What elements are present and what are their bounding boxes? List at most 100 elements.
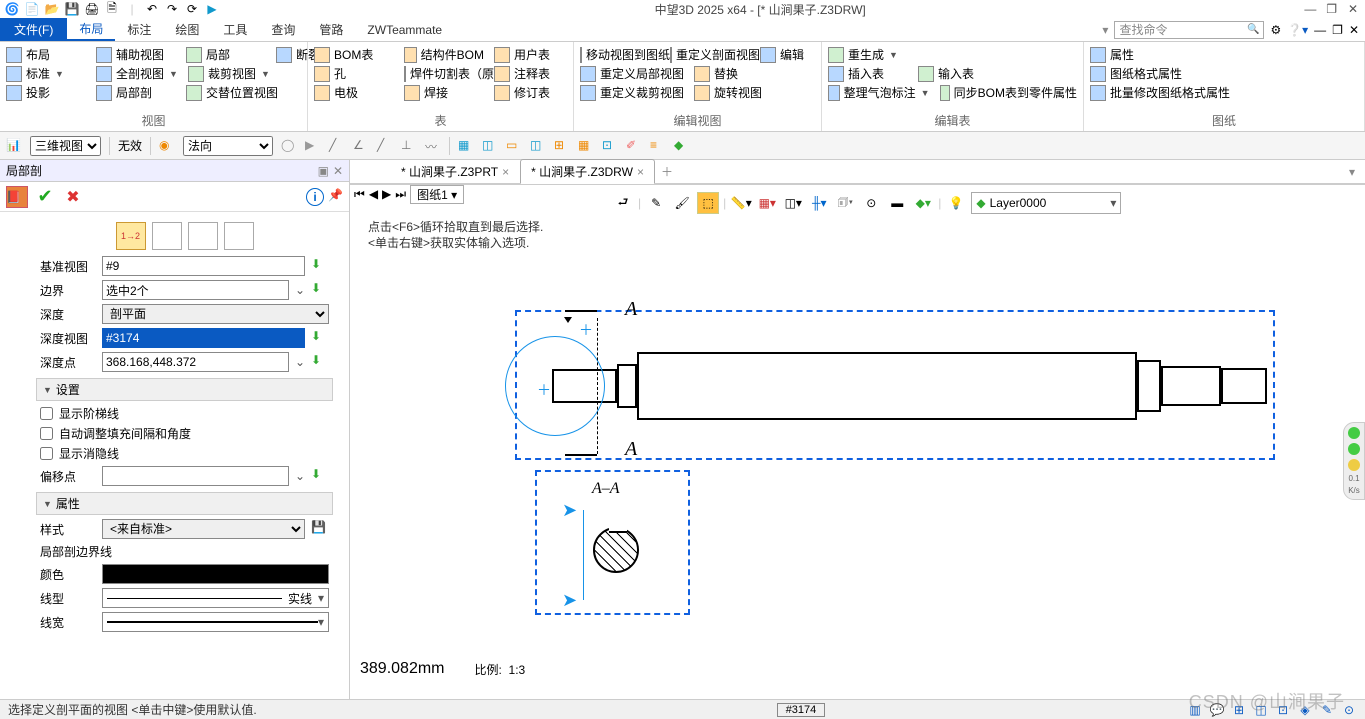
tb-grid-icon[interactable]: ▦: [458, 138, 474, 154]
boundary-pick-icon[interactable]: ⬇: [311, 281, 329, 299]
qat-print-icon[interactable]: 🖨: [84, 1, 100, 17]
cmd-redefcrop[interactable]: 重定义裁剪视图: [580, 84, 684, 101]
linetype-select[interactable]: 实线▾: [102, 588, 329, 608]
cmd-redefsection[interactable]: 重定义剖面视图: [670, 46, 750, 63]
attrs-header[interactable]: 属性: [36, 492, 333, 515]
tb-snap4-icon[interactable]: ⊞: [554, 138, 570, 154]
offset-dd-icon[interactable]: ⌄: [295, 469, 305, 483]
vt-measure-icon[interactable]: 📏▾: [730, 192, 752, 214]
tab-drw[interactable]: * 山涧果子.Z3DRW×: [520, 159, 655, 184]
cmd-electrode[interactable]: 电极: [314, 84, 394, 101]
tb-perp-icon[interactable]: ⊥: [401, 138, 417, 154]
style-save-icon[interactable]: 💾: [311, 520, 329, 538]
cmd-balloon[interactable]: 整理气泡标注▼: [828, 84, 930, 101]
cmd-fullsection[interactable]: 全剖视图▼: [96, 65, 178, 82]
offset-pick-icon[interactable]: ⬇: [311, 467, 329, 485]
tb-layers-icon[interactable]: ◆: [674, 138, 690, 154]
cmd-moveview[interactable]: 移动视图到图纸: [580, 46, 660, 63]
vt-axis-icon[interactable]: ╫▾: [808, 192, 830, 214]
tabs-dropdown-icon[interactable]: ▾: [1349, 165, 1365, 179]
vt-return-icon[interactable]: ⮐: [612, 192, 634, 214]
pin-icon[interactable]: 📌: [328, 188, 343, 206]
color-swatch[interactable]: [102, 564, 329, 584]
sheet-prev-icon[interactable]: ◀: [369, 187, 378, 202]
menu-layout[interactable]: 布局: [67, 18, 115, 41]
menu-zwteammate[interactable]: ZWTeammate: [355, 18, 454, 41]
vt-render-icon[interactable]: ◆▾: [912, 192, 934, 214]
offset-input[interactable]: [102, 466, 289, 486]
tb-eraser-icon[interactable]: ✐: [626, 138, 642, 154]
lineweight-select[interactable]: ▾: [102, 612, 329, 632]
qat-refresh-icon[interactable]: ⟳: [184, 1, 200, 17]
cmd-rotateview[interactable]: 旋转视图: [694, 84, 774, 101]
option-mode-2[interactable]: [152, 222, 182, 250]
settings-header[interactable]: 设置: [36, 378, 333, 401]
panel-close-icon[interactable]: ✕: [333, 164, 343, 178]
vt-bulb-icon[interactable]: 💡: [945, 192, 967, 214]
sb-icon-5[interactable]: ⊡: [1275, 702, 1291, 718]
qat-preview-icon[interactable]: 🗎: [104, 1, 120, 17]
cmd-standard[interactable]: 标准▼: [6, 65, 86, 82]
collapse-ribbon-icon[interactable]: ▾: [1102, 23, 1108, 37]
chk-hidden[interactable]: [40, 447, 53, 460]
cmd-batchsheet[interactable]: 批量修改图纸格式属性: [1090, 84, 1230, 101]
cmd-localsection[interactable]: 局部剖: [96, 84, 176, 101]
sb-icon-3[interactable]: ⊞: [1231, 702, 1247, 718]
depth-point-pick-icon[interactable]: ⬇: [311, 353, 329, 371]
restore-icon[interactable]: ❐: [1324, 2, 1340, 16]
view-mode-icon[interactable]: 📊: [6, 138, 22, 154]
qat-open-icon[interactable]: 📂: [44, 1, 60, 17]
view-select[interactable]: 三维视图: [30, 136, 101, 156]
tb-play-icon[interactable]: ▶: [305, 138, 321, 154]
tab-drw-close-icon[interactable]: ×: [637, 165, 644, 179]
tb-snap6-icon[interactable]: ⊡: [602, 138, 618, 154]
menu-query[interactable]: 查询: [259, 18, 307, 41]
menu-pipe[interactable]: 管路: [307, 18, 355, 41]
style-select[interactable]: <来自标准>: [102, 519, 305, 539]
tab-add-icon[interactable]: ＋: [661, 163, 673, 180]
base-view-pick-icon[interactable]: ⬇: [311, 257, 329, 275]
vt-snap-icon[interactable]: ◫▾: [782, 192, 804, 214]
ok-button[interactable]: ✔: [34, 186, 56, 208]
strip-book-icon[interactable]: 📕: [6, 190, 28, 212]
vt-solid-icon[interactable]: ▬: [886, 192, 908, 214]
menu-annotate[interactable]: 标注: [115, 18, 163, 41]
sb-chat-icon[interactable]: 💬: [1209, 702, 1225, 718]
cmd-replace[interactable]: 替换: [694, 65, 774, 82]
cmd-weldcut[interactable]: 焊件切割表（原）: [404, 65, 484, 82]
depth-view-pick-icon[interactable]: ⬇: [311, 329, 329, 347]
boundary-input[interactable]: [102, 280, 289, 300]
tb-line-icon[interactable]: ╱: [329, 138, 345, 154]
cmd-props[interactable]: 属性: [1090, 46, 1170, 63]
vt-shade-icon[interactable]: 🗊▾: [834, 192, 856, 214]
sb-icon-8[interactable]: ⊙: [1341, 702, 1357, 718]
cmd-importtable[interactable]: 输入表: [918, 65, 998, 82]
vt-pencil-icon[interactable]: ✎: [645, 192, 667, 214]
menu-tools[interactable]: 工具: [211, 18, 259, 41]
cmd-inserttable[interactable]: 插入表: [828, 65, 908, 82]
direction-select[interactable]: 法向: [183, 136, 273, 156]
cmd-auxview[interactable]: 辅助视图: [96, 46, 176, 63]
cmd-bom[interactable]: BOM表: [314, 46, 394, 63]
cmd-structbom[interactable]: 结构件BOM: [404, 46, 484, 63]
qat-undo-icon[interactable]: ↶: [144, 1, 160, 17]
direction-icon[interactable]: ◉: [159, 138, 175, 154]
tb-angle-icon[interactable]: ∠: [353, 138, 369, 154]
depth-view-input[interactable]: [102, 328, 305, 348]
chk-stair[interactable]: [40, 407, 53, 420]
cmd-regen[interactable]: 重生成▼: [828, 46, 908, 63]
sb-grid-icon[interactable]: ◫: [1253, 702, 1269, 718]
cmd-redeflocal[interactable]: 重定义局部视图: [580, 65, 684, 82]
depth-point-input[interactable]: [102, 352, 289, 372]
menu-draw[interactable]: 绘图: [163, 18, 211, 41]
cmd-sheetformat[interactable]: 图纸格式属性: [1090, 65, 1182, 82]
cmd-revision[interactable]: 修订表: [494, 84, 574, 101]
tb-line2-icon[interactable]: ╱: [377, 138, 393, 154]
info-icon[interactable]: i: [306, 188, 324, 206]
drawing-canvas[interactable]: * 山涧果子.Z3PRT× * 山涧果子.Z3DRW× ＋ ▾ ⮐ | ✎ 🖌 …: [350, 160, 1365, 701]
boundary-dd-icon[interactable]: ⌄: [295, 283, 305, 297]
tb-btn1[interactable]: ◯: [281, 138, 297, 154]
tb-curve-icon[interactable]: 〰: [425, 138, 441, 154]
panel-collapse-icon[interactable]: ▣: [318, 164, 329, 178]
help-icon[interactable]: ❔▾: [1287, 23, 1308, 37]
